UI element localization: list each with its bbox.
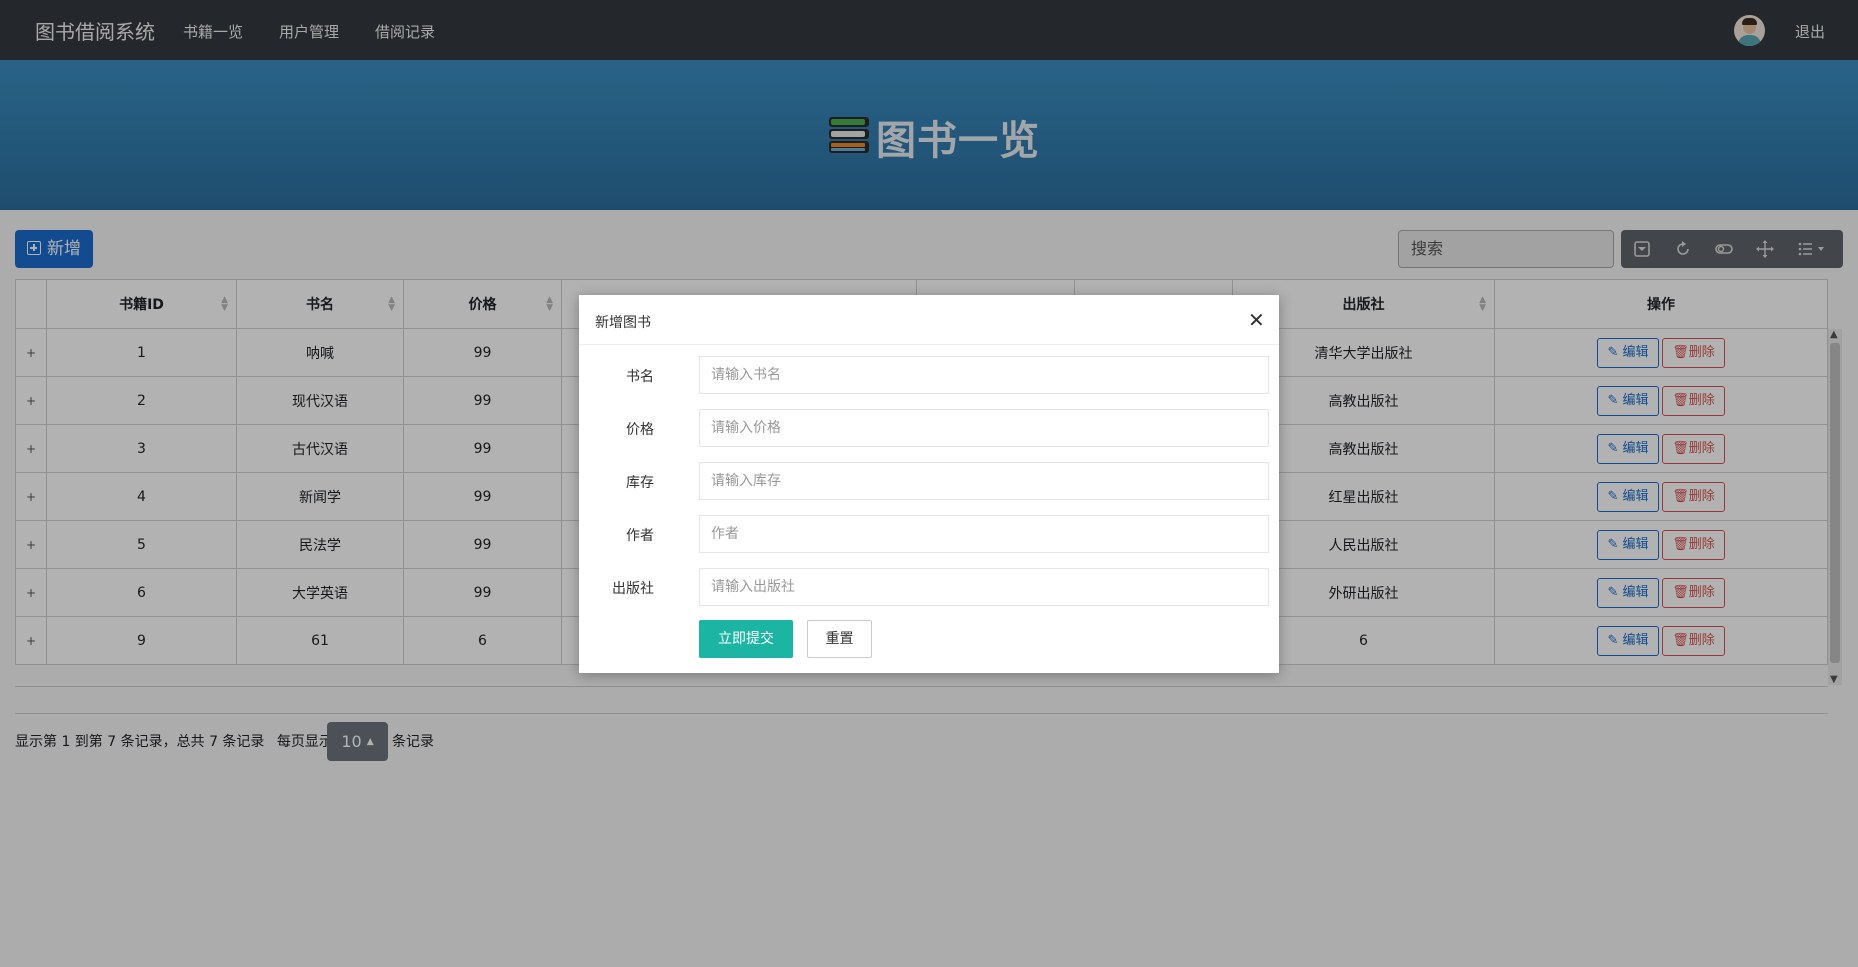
label-publisher: 出版社 bbox=[612, 581, 654, 597]
submit-button[interactable]: 立即提交 bbox=[699, 620, 793, 658]
author-input[interactable]: 作者 bbox=[699, 515, 1269, 553]
stock-input[interactable]: 请输入库存 bbox=[699, 462, 1269, 500]
add-book-modal: 新增图书 ✕ 书名 请输入书名 价格 请输入价格 库存 请输入库存 作者 作者 … bbox=[579, 295, 1279, 673]
publisher-input[interactable]: 请输入出版社 bbox=[699, 568, 1269, 606]
label-price: 价格 bbox=[626, 422, 654, 438]
modal-divider bbox=[579, 344, 1279, 345]
label-author: 作者 bbox=[626, 528, 654, 544]
close-icon[interactable]: ✕ bbox=[1248, 308, 1265, 332]
modal-title: 新增图书 bbox=[595, 315, 651, 331]
book-name-input[interactable]: 请输入书名 bbox=[699, 356, 1269, 394]
reset-button[interactable]: 重置 bbox=[807, 620, 872, 658]
price-input[interactable]: 请输入价格 bbox=[699, 409, 1269, 447]
label-book-name: 书名 bbox=[626, 369, 654, 385]
label-stock: 库存 bbox=[626, 475, 654, 491]
